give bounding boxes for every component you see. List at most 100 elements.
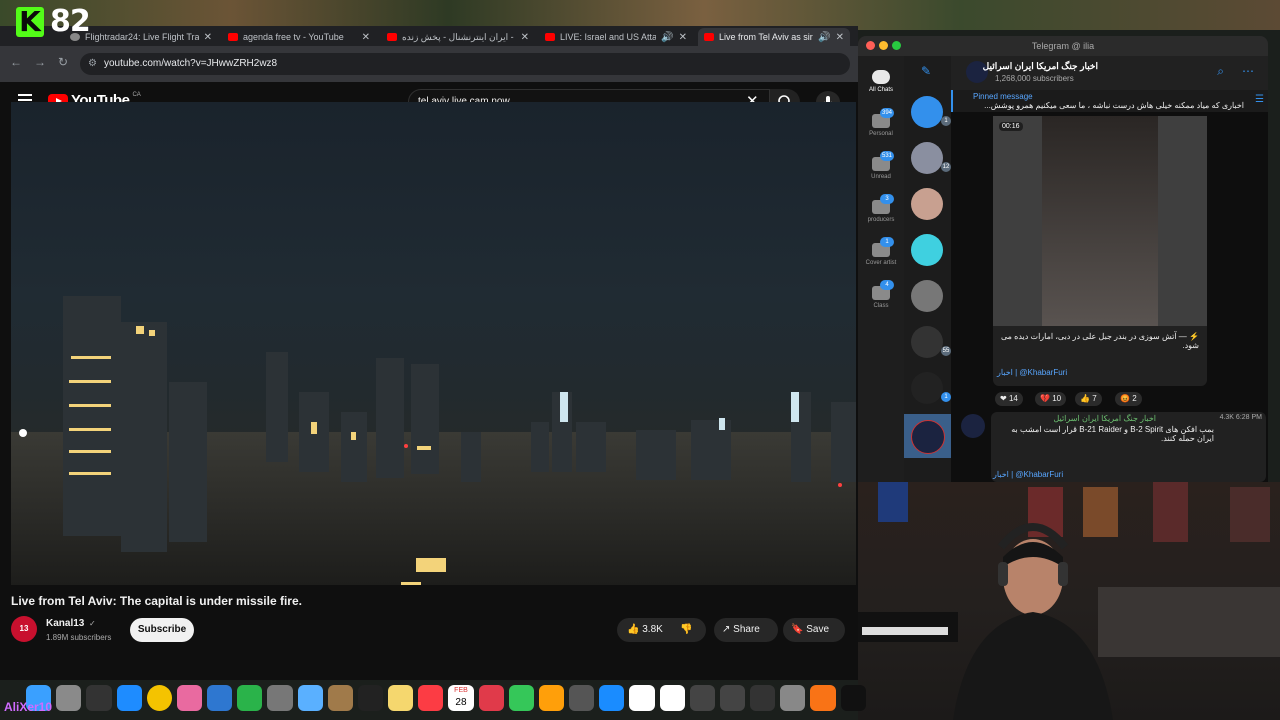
zoom-window-button[interactable] <box>892 41 901 50</box>
reaction-count: 7 <box>1092 394 1097 403</box>
subscribe-button[interactable]: Subscribe <box>130 618 194 642</box>
folder-all-chats[interactable]: All Chats <box>858 70 904 93</box>
close-window-button[interactable] <box>866 41 875 50</box>
share-icon: ↗ <box>722 624 731 635</box>
site-info-icon[interactable]: ⚙ <box>88 53 97 75</box>
pinned-message-bar[interactable]: Pinned message اخباری که میاد ممکنه خیلی… <box>951 90 1268 112</box>
app-icon[interactable] <box>780 685 806 711</box>
music-icon[interactable] <box>418 685 444 711</box>
channel-name[interactable]: اخبار جنگ امریکا ایران اسرائیل <box>983 61 1098 72</box>
macos-dock: FEB 28 <box>26 682 866 714</box>
kick-viewer-overlay: K 82 <box>16 4 91 39</box>
reaction-emoji: 💔 <box>1040 394 1050 403</box>
tab-label: Live from Tel Aviv as siren <box>719 32 814 42</box>
app-icon[interactable] <box>267 685 293 711</box>
pages-icon[interactable] <box>538 685 565 711</box>
channel-avatar[interactable]: 13 <box>11 616 37 642</box>
chat-avatar[interactable] <box>911 188 943 220</box>
dislike-button[interactable]: 👎 <box>680 618 692 642</box>
speaker-icon[interactable]: 🔊 <box>818 32 830 43</box>
notes-icon[interactable] <box>388 685 414 711</box>
reaction-angry[interactable]: 😡 2 <box>1115 392 1142 406</box>
chat-avatar[interactable]: 55 <box>911 326 951 358</box>
thumbs-down-icon: 👎 <box>680 624 693 635</box>
save-button[interactable]: 🔖 Save <box>783 618 845 642</box>
bookmark-icon: 🔖 <box>791 624 804 635</box>
region-code: CA <box>132 91 141 98</box>
app-icon[interactable] <box>327 685 353 711</box>
compose-icon[interactable]: ✎ <box>921 64 931 78</box>
close-icon[interactable]: ✕ <box>679 32 687 43</box>
safari-icon[interactable] <box>116 685 142 711</box>
app-icon[interactable] <box>689 685 715 711</box>
address-bar[interactable]: ⚙ youtube.com/watch?v=JHwwZRH2wz8 <box>80 53 850 75</box>
message-signature[interactable]: اخبار | @KhabarFuri <box>997 368 1067 377</box>
close-icon[interactable]: ✕ <box>836 32 844 43</box>
tab-bar: Flightradar24: Live Flight Tra ✕ agenda … <box>0 26 858 46</box>
chat-avatar[interactable]: 1 <box>911 372 951 404</box>
facetime-icon[interactable] <box>237 685 263 711</box>
channel-avatar[interactable] <box>961 414 985 438</box>
chat-avatar[interactable] <box>911 234 943 266</box>
app-icon[interactable] <box>478 685 504 711</box>
reaction-count: 10 <box>1052 394 1062 403</box>
launchpad-icon[interactable] <box>56 685 82 711</box>
reload-icon[interactable]: ↻ <box>58 55 68 69</box>
tab-iran-international[interactable]: ایران اینترنشنال - پخش زنده - ...ube ✕ <box>381 28 535 46</box>
folder-personal[interactable]: 394 Personal <box>858 108 904 137</box>
calendar-icon[interactable]: FEB 28 <box>448 685 474 711</box>
app-icon[interactable] <box>86 685 112 711</box>
video-frame <box>1042 116 1158 326</box>
app-icon[interactable] <box>719 685 746 711</box>
app-store-icon[interactable] <box>599 685 625 711</box>
app-icon[interactable] <box>750 685 776 711</box>
fl-studio-icon[interactable] <box>810 685 836 711</box>
close-icon[interactable]: ✕ <box>521 32 529 43</box>
tab-agenda[interactable]: agenda free tv - YouTube ✕ <box>222 28 376 46</box>
folder-producers[interactable]: 3 producers <box>858 194 904 223</box>
folder-unread[interactable]: 531 Unread <box>858 151 904 180</box>
more-icon[interactable]: ⋯ <box>1242 64 1254 78</box>
share-label: Share <box>733 624 760 635</box>
apple-tv-icon[interactable] <box>357 685 384 711</box>
app-icon[interactable] <box>297 685 323 711</box>
pin-list-icon[interactable]: ☰ <box>1255 94 1264 105</box>
photos-icon[interactable] <box>176 685 203 711</box>
folder-class[interactable]: 4 Class <box>858 280 904 309</box>
numbers-icon[interactable] <box>508 685 534 711</box>
tab-israel-us[interactable]: LIVE: Israel and US Attac 🔊 ✕ <box>539 28 693 46</box>
speaker-icon[interactable]: 🔊 <box>661 32 673 43</box>
close-icon[interactable]: ✕ <box>204 32 212 43</box>
share-button[interactable]: ↗ Share <box>714 618 778 642</box>
reaction-thumbs-up[interactable]: 👍 7 <box>1075 392 1102 406</box>
video-thumbnail[interactable]: 00:16 <box>993 116 1207 326</box>
search-icon[interactable]: ⌕ <box>1217 64 1224 79</box>
settings-icon[interactable] <box>569 685 595 711</box>
calendar-app-icon[interactable] <box>659 685 685 711</box>
app-icon[interactable] <box>840 685 866 711</box>
chat-avatar[interactable]: 1 <box>911 96 951 128</box>
tab-tel-aviv[interactable]: Live from Tel Aviv as siren 🔊 ✕ <box>698 28 850 46</box>
like-count: 3.8K <box>642 624 663 635</box>
webcam-frame <box>858 482 1280 720</box>
chrome-icon[interactable] <box>146 685 172 711</box>
close-icon[interactable]: ✕ <box>362 32 370 43</box>
reaction-broken-heart[interactable]: 💔 10 <box>1035 392 1067 406</box>
selected-chat-highlight[interactable] <box>904 414 951 458</box>
kick-logo-icon: K <box>16 6 44 37</box>
message-signature[interactable]: اخبار | @KhabarFuri <box>993 470 1063 479</box>
chat-avatar[interactable]: 12 <box>911 142 951 174</box>
mail-icon[interactable] <box>207 685 233 711</box>
chat-avatar[interactable] <box>911 280 943 312</box>
like-button[interactable]: 👍 3.8K <box>627 618 663 642</box>
folder-cover-artist[interactable]: 1 Cover artist <box>858 237 904 266</box>
reaction-heart[interactable]: ❤ 14 <box>995 392 1023 406</box>
minimize-window-button[interactable] <box>879 41 888 50</box>
channel-name[interactable]: Kanal13 <box>46 618 84 629</box>
video-player[interactable] <box>11 102 856 585</box>
notion-icon[interactable] <box>629 685 655 711</box>
message-sender: اخبار جنگ امریکا ایران اسرائیل <box>1053 414 1156 423</box>
unread-badge: 3 <box>880 194 894 204</box>
back-icon[interactable]: ← <box>10 55 22 69</box>
forward-icon[interactable]: → <box>34 55 46 69</box>
